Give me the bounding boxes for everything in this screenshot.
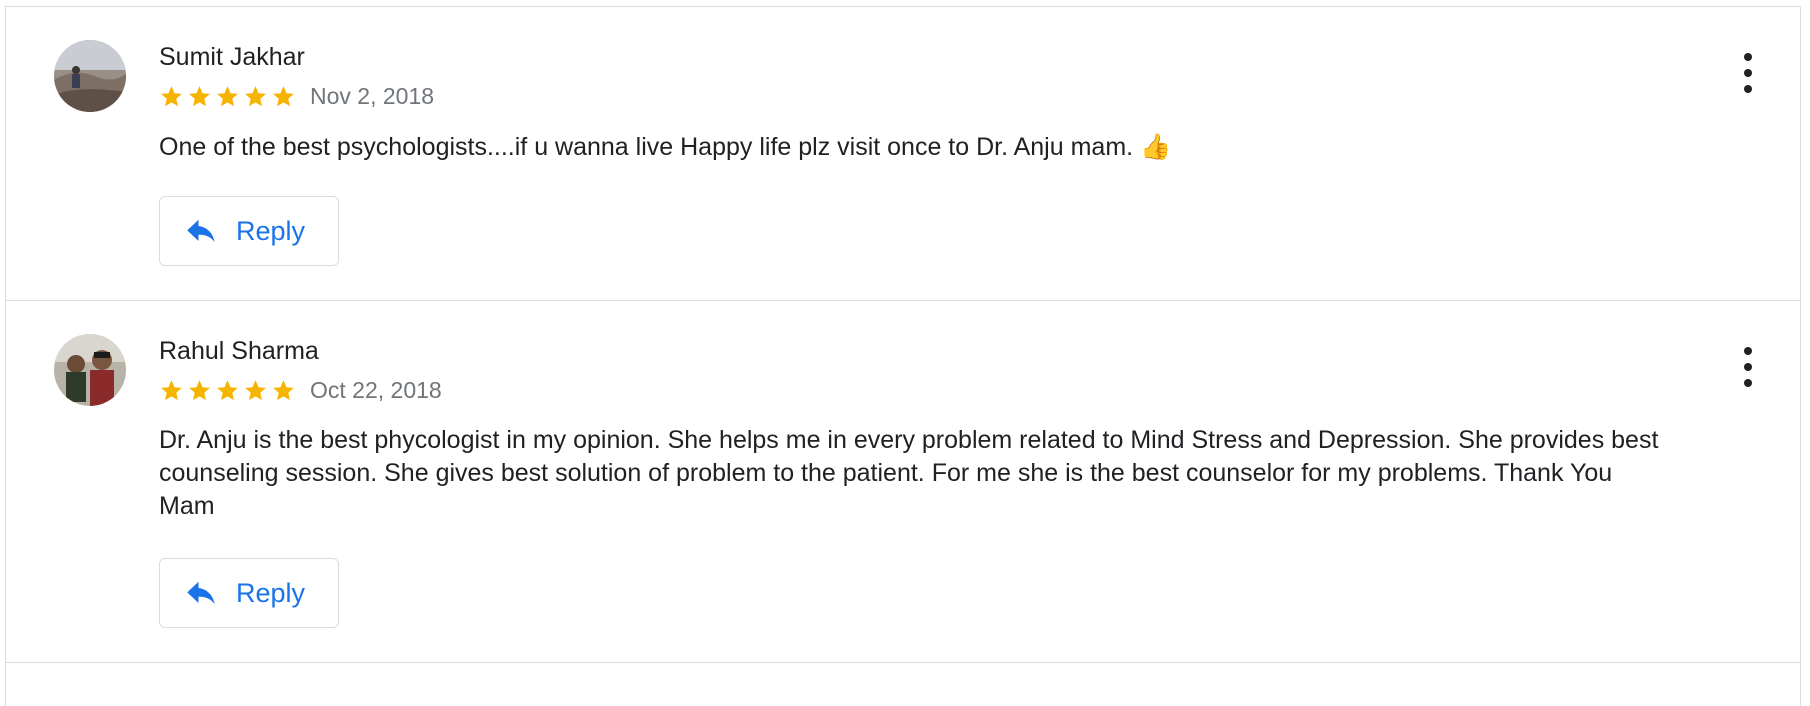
star-icon — [217, 379, 238, 400]
reply-icon — [187, 581, 215, 605]
reply-button[interactable]: Reply — [159, 558, 339, 628]
review-date: Oct 22, 2018 — [310, 376, 442, 403]
review-text-body: One of the best psychologists....if u wa… — [159, 133, 1134, 161]
review-date: Nov 2, 2018 — [310, 82, 435, 109]
thumbs-up-emoji: 👍 — [1140, 132, 1172, 161]
star-icon — [189, 379, 210, 400]
reply-label: Reply — [236, 215, 306, 246]
star-icon — [245, 85, 266, 106]
avatar[interactable] — [54, 334, 126, 406]
star-rating — [159, 378, 296, 403]
star-icon — [161, 85, 182, 106]
review-card: Sumit Jakhar Nov 2, 2018 One of the best… — [6, 7, 1800, 301]
more-vert-icon — [1744, 347, 1752, 355]
review-meta: Nov 2, 2018 — [159, 81, 434, 111]
reply-label: Reply — [236, 577, 306, 608]
star-icon — [161, 379, 182, 400]
more-options-button[interactable] — [1736, 53, 1760, 93]
reviewer-name[interactable]: Sumit Jakhar — [159, 43, 305, 72]
star-icon — [189, 85, 210, 106]
star-rating — [159, 84, 296, 109]
review-text: One of the best psychologists....if u wa… — [159, 130, 1659, 164]
reply-button[interactable]: Reply — [159, 196, 339, 266]
reviews-panel: Sumit Jakhar Nov 2, 2018 One of the best… — [5, 6, 1801, 706]
review-card: Rahul Sharma Oct 22, 2018 Dr. Anju is th… — [6, 301, 1800, 663]
star-icon — [217, 85, 238, 106]
reply-icon — [187, 219, 215, 243]
avatar[interactable] — [54, 40, 126, 112]
reviewer-name[interactable]: Rahul Sharma — [159, 337, 319, 366]
star-icon — [245, 379, 266, 400]
star-icon — [273, 85, 294, 106]
more-options-button[interactable] — [1736, 347, 1760, 387]
review-meta: Oct 22, 2018 — [159, 375, 442, 405]
more-vert-icon — [1744, 53, 1752, 61]
review-text: Dr. Anju is the best phycologist in my o… — [159, 426, 1659, 520]
star-icon — [273, 379, 294, 400]
